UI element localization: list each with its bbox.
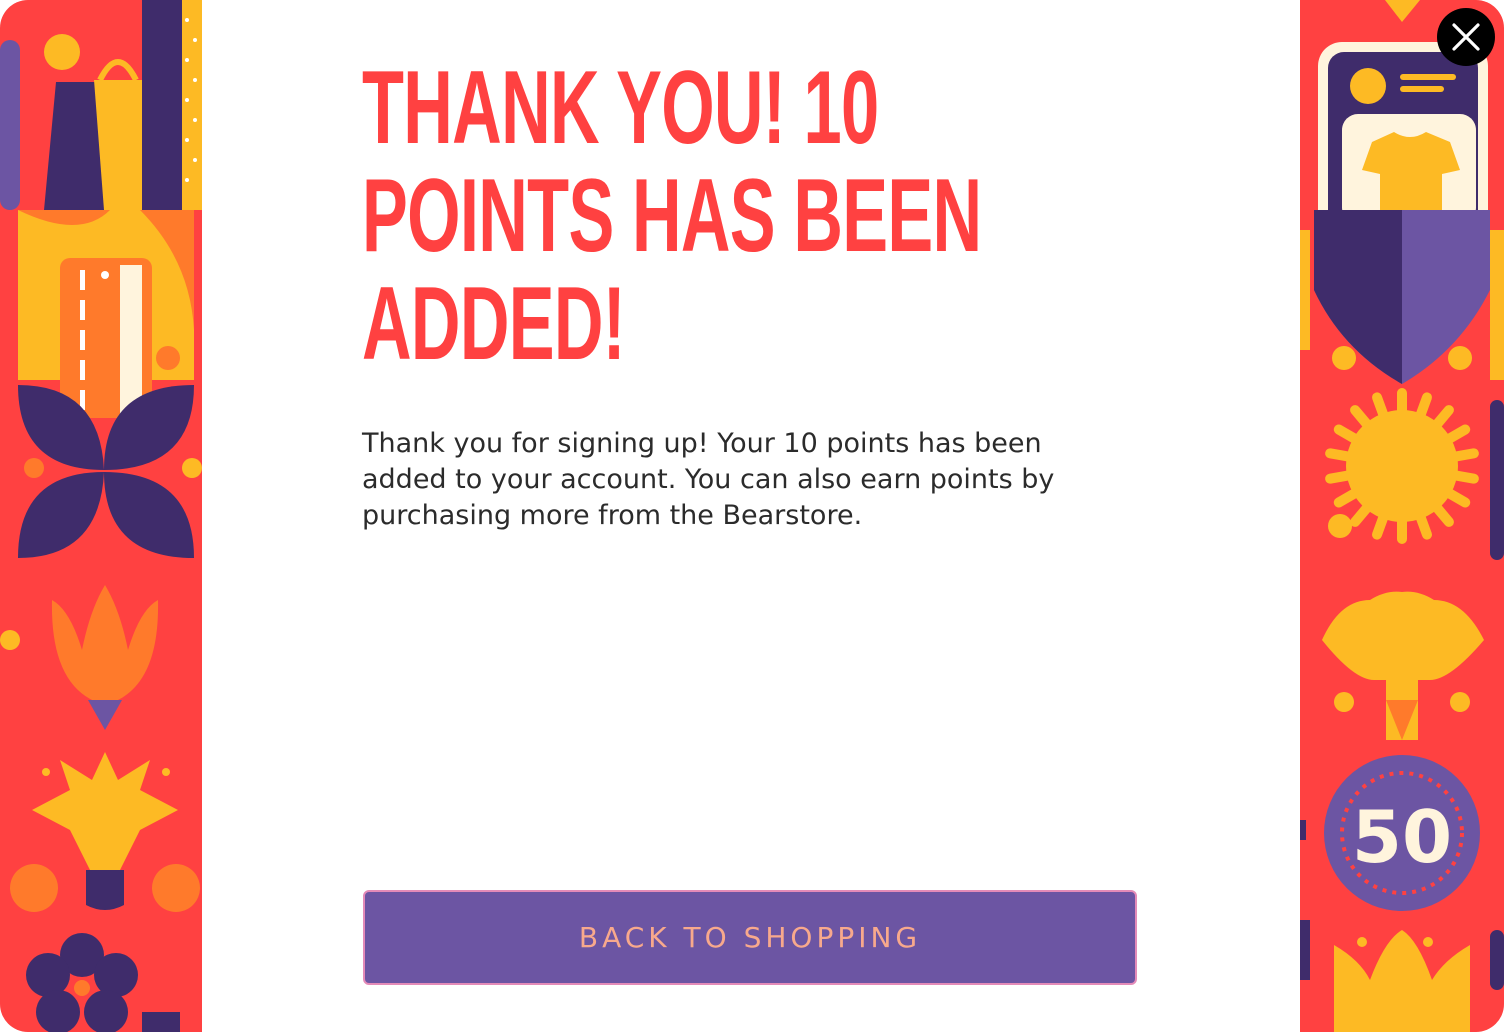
back-to-shopping-button[interactable]: BACK TO SHOPPING — [363, 890, 1137, 985]
modal-body-text: Thank you for signing up! Your 10 points… — [362, 428, 1055, 531]
points-badge-number: 50 — [1352, 795, 1452, 879]
left-pattern-panel — [0, 0, 202, 1032]
left-pattern-illustration — [0, 0, 202, 1032]
close-icon — [1452, 23, 1480, 51]
rewards-modal: 50 THANK YOU! 10 POINTS HAS BEEN ADDED! … — [0, 0, 1504, 1032]
right-pattern-panel: 50 — [1300, 0, 1504, 1032]
modal-heading: THANK YOU! 10 POINTS HAS BEEN ADDED! — [362, 50, 982, 382]
back-to-shopping-label: BACK TO SHOPPING — [578, 921, 922, 954]
right-pattern-illustration: 50 — [1300, 0, 1504, 1032]
close-button[interactable] — [1437, 8, 1495, 66]
